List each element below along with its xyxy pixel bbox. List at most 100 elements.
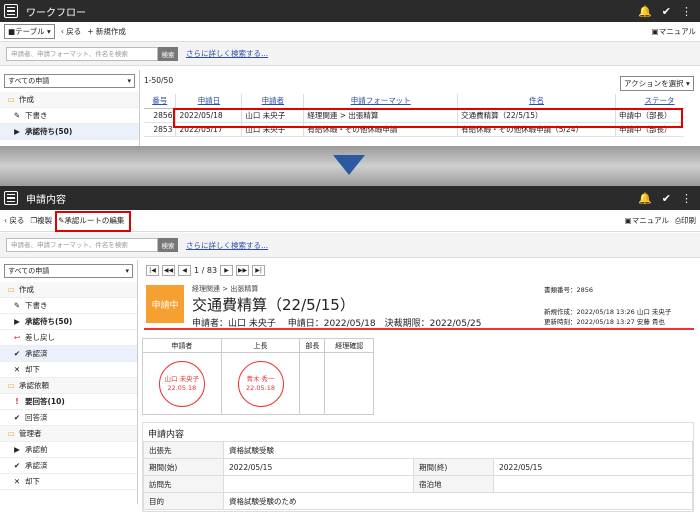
- stay-value: [493, 475, 693, 493]
- details-panel: 申請内容 出張先 資格試験受験 期間(始) 2022/05/15 期間(終) 2…: [142, 422, 694, 512]
- next-fast-icon[interactable]: ▶▶: [236, 265, 250, 276]
- status-badge: 申請中: [146, 285, 184, 323]
- pencil-icon: ✎: [13, 111, 21, 120]
- top-search-input[interactable]: 申請者、申請フォーマット、件名を検索: [6, 46, 158, 61]
- col-number[interactable]: 番号: [144, 94, 177, 109]
- bottom-sidebar: すべての申請 ▾ ▭ 作成 ✎ 下書き ▶ 承認待ち(50) ↩ 差し戻し ✔ 承認済 ✕ 却…: [0, 260, 138, 504]
- category-label: 経理関連 > 出張精算: [192, 285, 259, 293]
- col-date[interactable]: 申請日: [175, 94, 243, 109]
- sidebar-item-admin-rejected[interactable]: ✕ 却下: [0, 474, 137, 490]
- sidebar-item-request[interactable]: ▭ 承認依頼: [0, 378, 137, 394]
- to-value: 2022/05/15: [493, 458, 693, 476]
- page-indicator: 1 / 83: [194, 266, 218, 275]
- more-icon[interactable]: ⋮: [681, 5, 692, 18]
- folder-icon: ▭: [7, 95, 15, 104]
- exclamation-icon: !: [15, 397, 19, 406]
- top-title: ワークフロー: [26, 7, 86, 19]
- first-page-icon[interactable]: |◀: [146, 265, 159, 276]
- check-icon: ✔: [13, 349, 21, 358]
- sidebar-item-answered[interactable]: ✔ 回答済: [0, 410, 137, 426]
- copy-button[interactable]: ❐複製: [30, 215, 52, 226]
- bell-icon[interactable]: 🔔: [638, 192, 652, 205]
- pencil-icon: ✎: [13, 301, 21, 310]
- sidebar-item-admin-approved[interactable]: ✔ 承認済: [0, 458, 137, 474]
- approval-col-director: 部長: [299, 338, 326, 353]
- sidebar-item-returned[interactable]: ↩ 差し戻し: [0, 330, 137, 346]
- bottom-manual-link[interactable]: ▣マニュアル: [625, 215, 669, 226]
- bottom-search-input[interactable]: 申請者、申請フォーマット、件名を検索: [6, 238, 158, 252]
- top-back-button[interactable]: ‹ 戻る: [61, 26, 81, 37]
- sidebar-item-create[interactable]: ▭ 作成: [0, 282, 137, 298]
- col-format[interactable]: 申請フォーマット: [303, 94, 459, 109]
- bottom-header: 申請内容 🔔 ✔ ⋮: [0, 186, 700, 210]
- dest-value: 資格試験受験: [223, 441, 693, 459]
- bottom-filter-select[interactable]: すべての申請 ▾: [4, 264, 133, 278]
- top-advanced-link[interactable]: さらに詳しく検索する...: [186, 48, 268, 59]
- bottom-back-button[interactable]: ‹ 戻る: [4, 215, 24, 226]
- sidebar-item-before-approval[interactable]: ▶ 承認前: [0, 442, 137, 458]
- approval-slot-empty: [324, 352, 374, 415]
- folder-icon: ▭: [7, 285, 15, 294]
- approval-col-accounting: 経理確認: [324, 338, 374, 353]
- top-header: ワークフロー 🔔 ✔ ⋮: [0, 0, 700, 22]
- menu-icon[interactable]: [4, 4, 18, 18]
- approval-col-applicant: 申請者: [142, 338, 222, 353]
- top-search-row: 申請者、申請フォーマット、件名を検索 検索 さらに詳しく検索する...: [0, 42, 700, 66]
- col-applicant[interactable]: 申請者: [241, 94, 305, 109]
- approval-col-manager: 上長: [220, 338, 301, 353]
- title-underline: [144, 328, 694, 330]
- top-manual-link[interactable]: ▣マニュアル: [652, 26, 696, 37]
- sidebar-item-draft[interactable]: ✎ 下書き: [0, 108, 139, 124]
- bell-icon[interactable]: 🔔: [638, 5, 652, 18]
- sidebar-item-admin[interactable]: ▭ 管理者: [0, 426, 137, 442]
- col-subject[interactable]: 件名: [457, 94, 617, 109]
- top-search-button[interactable]: 検索: [158, 46, 178, 61]
- bottom-search-button[interactable]: 検索: [158, 238, 178, 252]
- play-icon: ▶: [14, 445, 20, 454]
- from-value: 2022/05/15: [223, 458, 414, 476]
- prev-page-icon[interactable]: ◀: [178, 265, 191, 276]
- top-filter-select[interactable]: すべての申請 ▾: [4, 74, 135, 88]
- new-button[interactable]: + 新規作成: [87, 26, 126, 37]
- view-select[interactable]: ■テーブル ▾: [4, 24, 55, 39]
- document-subject: 交通費精算（22/5/15）: [192, 296, 355, 314]
- sidebar-item-draft[interactable]: ✎ 下書き: [0, 298, 137, 314]
- sidebar-item-pending[interactable]: ▶ 承認待ち(50): [0, 124, 139, 140]
- approval-stamp: 青木 秀一 22.05.18: [237, 360, 284, 407]
- highlight-row-box: [173, 108, 683, 128]
- close-icon: ✕: [13, 365, 21, 374]
- more-icon[interactable]: ⋮: [681, 192, 692, 205]
- bottom-search-row: 申請者、申請フォーマット、件名を検索 検索 さらに詳しく検索する...: [0, 233, 700, 258]
- bottom-title: 申請内容: [26, 194, 66, 206]
- approval-stamp: 山口 未央子 22.05.18: [158, 360, 205, 407]
- last-page-icon[interactable]: ▶|: [252, 265, 266, 276]
- next-page-icon[interactable]: ▶: [220, 265, 234, 276]
- details-title: 申請内容: [148, 430, 185, 440]
- sidebar-item-pending[interactable]: ▶ 承認待ち(50): [0, 314, 137, 330]
- print-button[interactable]: ⎙印刷: [675, 215, 696, 226]
- sidebar-item-rejected[interactable]: ✕ 却下: [0, 362, 137, 378]
- check-icon[interactable]: ✔: [662, 5, 671, 18]
- check-icon[interactable]: ✔: [662, 192, 671, 205]
- play-icon: ▶: [14, 127, 20, 136]
- top-toolbar: ■テーブル ▾ ‹ 戻る + 新規作成 ▣マニュアル: [0, 22, 700, 42]
- updated-info: 更新時刻：2022/05/18 13:27 安藤 貴也: [544, 318, 665, 326]
- sidebar-item-create[interactable]: ▭ 作成: [0, 92, 139, 108]
- folder-icon: ▭: [7, 381, 15, 390]
- action-select[interactable]: アクションを選択 ▾: [620, 76, 694, 91]
- sidebar-item-approved[interactable]: ✔ 承認済: [0, 346, 137, 362]
- approval-slot-empty: [299, 352, 326, 415]
- bottom-advanced-link[interactable]: さらに詳しく検索する...: [186, 240, 268, 251]
- created-info: 新規作成：2022/05/18 13:26 山口 未央子: [544, 308, 672, 316]
- col-status[interactable]: ステータ: [615, 94, 684, 109]
- play-icon: ▶: [14, 317, 20, 326]
- visit-value: [223, 475, 414, 493]
- top-sidebar: すべての申請 ▾ ▭ 作成 ✎ 下書き ▶ 承認待ち(50): [0, 70, 140, 146]
- prev-fast-icon[interactable]: ◀◀: [162, 265, 175, 276]
- folder-icon: ▭: [7, 429, 15, 438]
- pager: |◀ ◀◀ ◀ 1 / 83 ▶ ▶▶ ▶|: [146, 265, 266, 276]
- highlight-edit-route-box: [55, 211, 131, 232]
- sidebar-item-needs-answer[interactable]: ! 要回答(10): [0, 394, 137, 410]
- menu-icon[interactable]: [4, 191, 18, 205]
- close-icon: ✕: [13, 477, 21, 486]
